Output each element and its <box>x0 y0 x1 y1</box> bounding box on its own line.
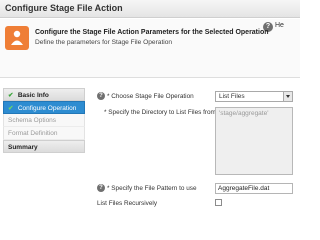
wizard-steps: ✔ Basic Info ✔ Configure Operation Schem… <box>3 88 85 153</box>
stage-file-icon <box>5 26 29 50</box>
dialog-title: Configure Stage File Action <box>5 3 123 13</box>
file-pattern-input[interactable]: AggregateFile.dat <box>215 183 293 194</box>
page-title: Configure the Stage File Action Paramete… <box>35 29 269 36</box>
step-label: Schema Options <box>8 117 57 124</box>
pattern-label: * Specify the File Pattern to use <box>107 185 197 192</box>
step-schema-options: Schema Options <box>3 114 85 127</box>
title-bar: Configure Stage File Action <box>0 0 300 18</box>
recursive-label: List Files Recursively <box>97 200 158 207</box>
step-label: Basic Info <box>17 92 49 99</box>
step-format-definition: Format Definition <box>3 127 85 140</box>
directory-field[interactable]: 'stage/aggregate' <box>215 107 293 175</box>
info-icon[interactable]: ? <box>97 92 105 100</box>
step-label: Configure Operation <box>17 105 77 112</box>
chevron-down-icon[interactable] <box>283 92 292 101</box>
directory-label: * Specify the Directory to List Files fr… <box>104 109 216 116</box>
step-label: Format Definition <box>8 130 58 137</box>
operation-select-value: List Files <box>219 93 245 100</box>
step-basic-info[interactable]: ✔ Basic Info <box>3 88 85 101</box>
wizard-header: ? He Configure the Stage File Action Par… <box>0 19 300 78</box>
operation-select[interactable]: List Files <box>215 91 293 102</box>
step-configure-operation[interactable]: ✔ Configure Operation <box>3 101 85 114</box>
step-label: Summary <box>8 144 38 151</box>
page-subtitle: Define the parameters for Stage File Ope… <box>35 39 173 46</box>
operation-label: * Choose Stage File Operation <box>107 93 194 100</box>
help-link[interactable]: He <box>275 22 284 29</box>
step-summary[interactable]: Summary <box>3 140 85 153</box>
recursive-checkbox[interactable] <box>215 199 222 206</box>
info-icon[interactable]: ? <box>97 184 105 192</box>
